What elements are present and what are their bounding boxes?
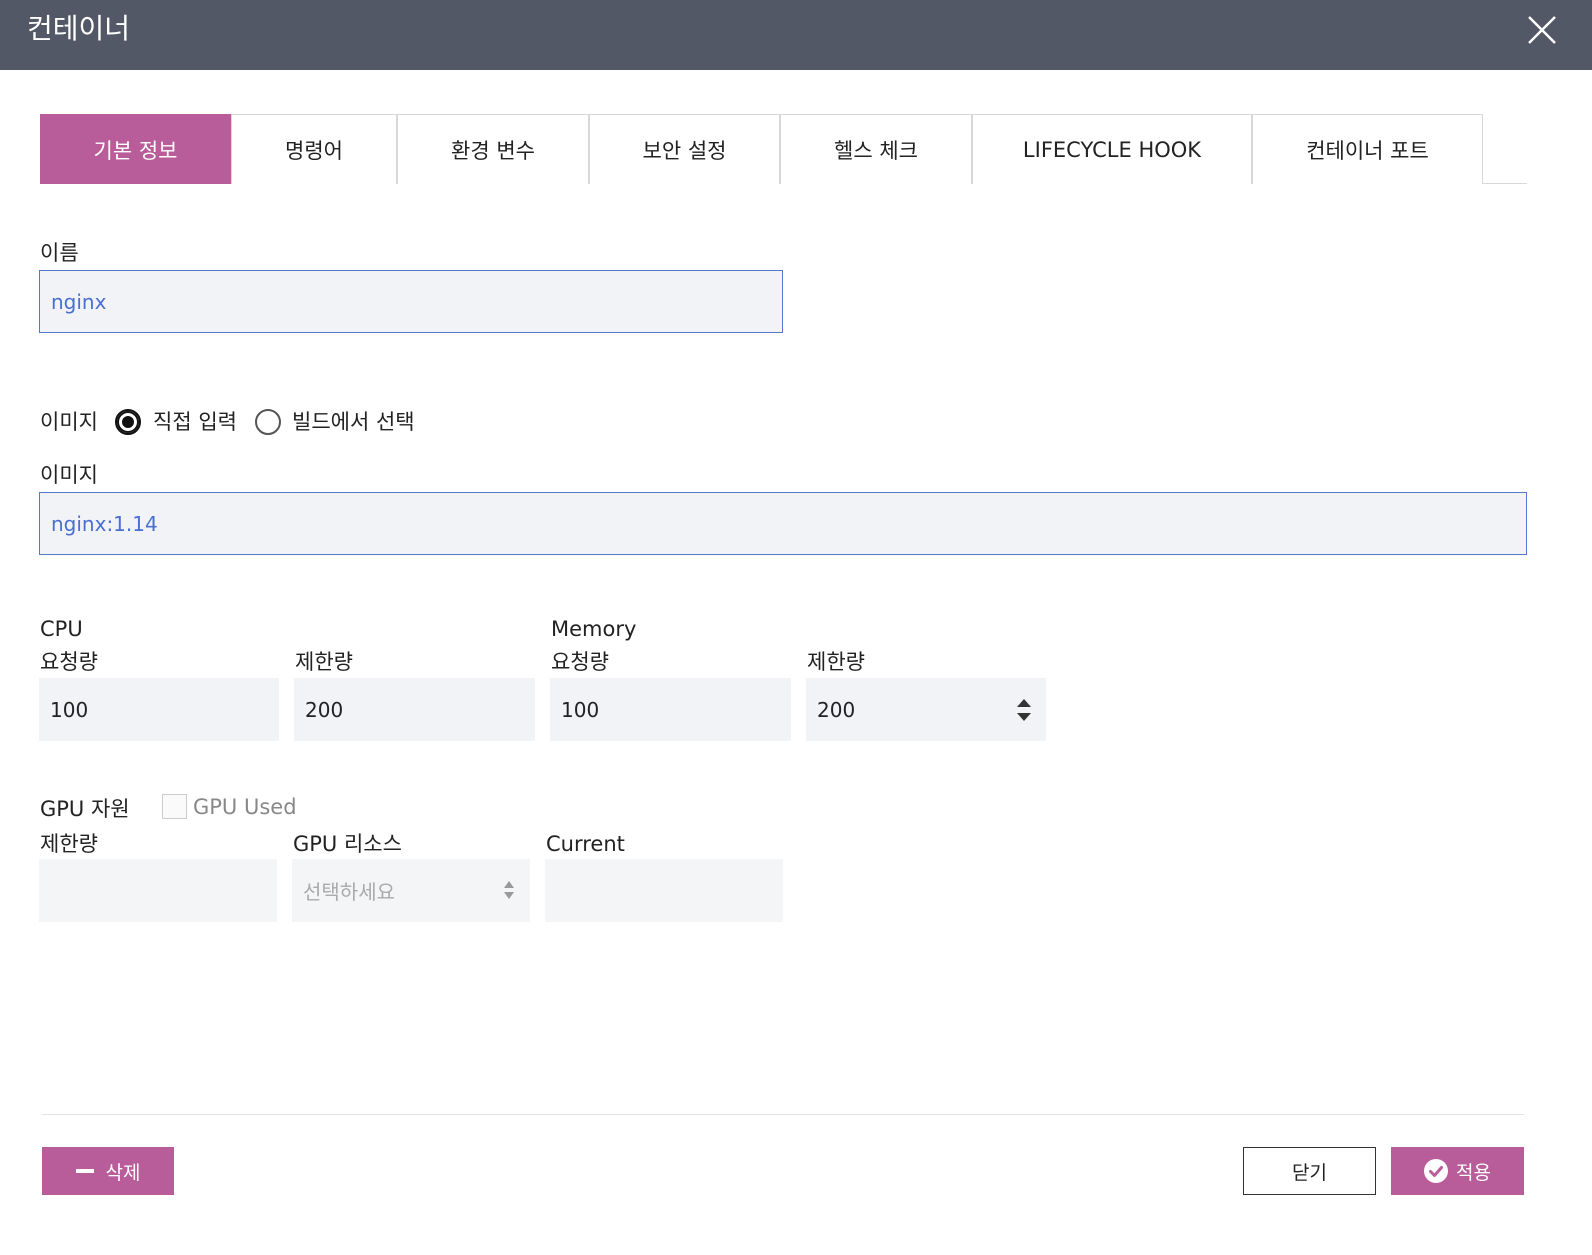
tab-env-vars[interactable]: 환경 변수 — [397, 114, 589, 184]
cpu-limit-label: 제한량 — [295, 650, 353, 674]
tab-security[interactable]: 보안 설정 — [589, 114, 780, 184]
image-label: 이미지 — [40, 463, 98, 487]
name-input[interactable] — [39, 270, 783, 333]
delete-button-label: 삭제 — [105, 1161, 141, 1184]
cpu-limit-value: 200 — [305, 697, 344, 722]
cpu-request-label: 요청량 — [40, 650, 98, 674]
image-input[interactable] — [39, 492, 1527, 555]
delete-button[interactable]: 삭제 — [42, 1147, 174, 1195]
gpu-resource-select[interactable]: 선택하세요 — [292, 859, 530, 922]
tab-health-check[interactable]: 헬스 체크 — [780, 114, 972, 184]
apply-button-label: 적용 — [1456, 1161, 1491, 1184]
tab-command[interactable]: 명령어 — [231, 114, 397, 184]
gpu-limit-label: 제한량 — [40, 832, 98, 856]
gpu-resource-placeholder: 선택하세요 — [303, 880, 395, 904]
memory-limit-value: 200 — [817, 697, 856, 722]
close-button[interactable]: 닫기 — [1243, 1147, 1376, 1195]
minus-icon — [75, 1169, 94, 1173]
gpu-resource-label: GPU 리소스 — [293, 832, 402, 856]
cpu-request-input[interactable]: 100 — [39, 678, 279, 741]
radio-direct-input[interactable] — [115, 409, 141, 435]
gpu-current-label: Current — [546, 832, 625, 856]
image-source-label: 이미지 — [40, 410, 98, 434]
name-label: 이름 — [40, 241, 79, 265]
cpu-limit-input[interactable]: 200 — [294, 678, 535, 741]
close-dialog-button[interactable] — [1526, 14, 1558, 46]
apply-button[interactable]: 적용 — [1391, 1147, 1524, 1195]
gpu-limit-input[interactable] — [39, 859, 277, 922]
memory-request-input[interactable]: 100 — [550, 678, 791, 741]
gpu-current-input — [545, 859, 783, 922]
memory-label: Memory — [551, 617, 637, 641]
dialog-title: 컨테이너 — [27, 12, 131, 45]
memory-request-value: 100 — [561, 697, 600, 722]
memory-request-label: 요청량 — [551, 650, 609, 674]
close-icon — [1528, 16, 1556, 44]
dialog-header: 컨테이너 — [0, 0, 1592, 70]
radio-select-from-build[interactable] — [255, 409, 281, 435]
check-circle-icon — [1424, 1159, 1449, 1183]
radio-select-from-build-label: 빌드에서 선택 — [292, 410, 415, 434]
close-button-label: 닫기 — [1292, 1161, 1327, 1184]
cpu-label: CPU — [40, 617, 83, 641]
memory-limit-input[interactable]: 200 — [806, 678, 1046, 741]
tab-lifecycle-hook[interactable]: LIFECYCLE HOOK — [972, 114, 1252, 184]
tab-container-port[interactable]: 컨테이너 포트 — [1252, 114, 1483, 184]
number-stepper[interactable] — [1016, 697, 1032, 723]
cpu-request-value: 100 — [50, 697, 89, 722]
tab-basic-info[interactable]: 기본 정보 — [40, 114, 231, 184]
gpu-used-label: GPU Used — [193, 795, 297, 819]
radio-direct-input-label: 직접 입력 — [153, 410, 237, 434]
select-arrows-icon — [504, 881, 514, 899]
gpu-label: GPU 자원 — [40, 797, 130, 821]
gpu-used-checkbox[interactable] — [162, 794, 187, 819]
memory-limit-label: 제한량 — [807, 650, 865, 674]
footer-divider — [42, 1114, 1524, 1115]
stepper-arrows-icon — [1017, 699, 1031, 721]
gpu-resource-select-arrows[interactable] — [503, 879, 515, 901]
tab-bar: 기본 정보 명령어 환경 변수 보안 설정 헬스 체크 LIFECYCLE HO… — [40, 114, 1527, 184]
